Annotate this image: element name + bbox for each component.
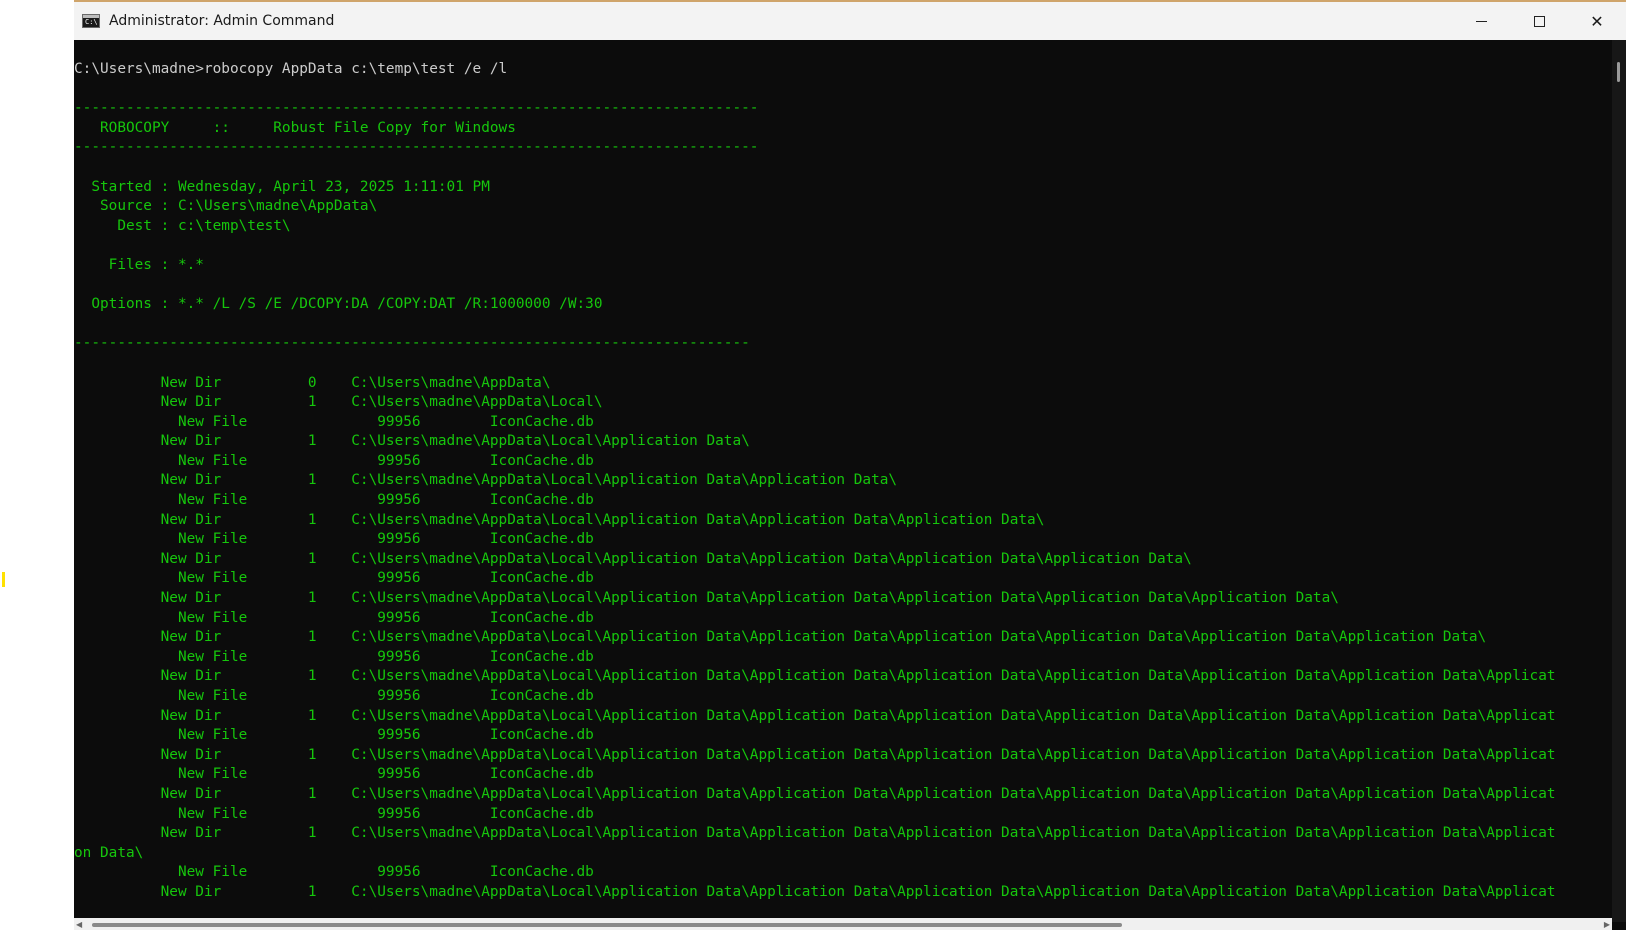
close-icon: ✕ [1590, 11, 1604, 31]
console-line: New Dir 1 C:\Users\madne\AppData\Local\A… [74, 883, 1556, 900]
scroll-left-icon[interactable]: ◀ [76, 920, 82, 929]
console-line: New File 99956 IconCache.db [74, 688, 594, 704]
console-line: New Dir 1 C:\Users\madne\AppData\Local\A… [74, 590, 1339, 607]
console-line: New File 99956 IconCache.db [74, 766, 594, 783]
console-line: New Dir 1 C:\Users\madne\AppData\Local\A… [74, 746, 1556, 763]
console-line: ----------------------------------------… [74, 335, 750, 352]
console-line: New File 99956 IconCache.db [74, 570, 594, 587]
maximize-icon [1533, 15, 1545, 27]
app-icon-label: C:\ [85, 18, 98, 26]
console-line: New Dir 0 C:\Users\madne\AppData\ [74, 374, 551, 391]
console-line: New Dir 1 C:\Users\madne\AppData\Local\A… [74, 668, 1556, 685]
vertical-scrollbar[interactable] [1612, 40, 1626, 922]
console-line: New File 99956 IconCache.db [74, 492, 594, 509]
vertical-scroll-thumb[interactable] [1617, 62, 1620, 82]
yellow-marker [2, 572, 5, 587]
console-line: New Dir 1 C:\Users\madne\AppData\Local\A… [74, 550, 1192, 567]
console-line: Files : *.* [74, 256, 204, 273]
console-line: New Dir 1 C:\Users\madne\AppData\Local\A… [74, 785, 1556, 802]
console-line: New File 99956 IconCache.db [74, 648, 594, 665]
scroll-right-icon[interactable]: ▶ [1604, 920, 1610, 929]
console-line: Started : Wednesday, April 23, 2025 1:11… [74, 178, 490, 195]
console-line: New File 99956 IconCache.db [74, 805, 594, 822]
window-controls: ✕ [1452, 2, 1626, 40]
console-line: New Dir 1 C:\Users\madne\AppData\Local\A… [74, 472, 898, 489]
console-line: New Dir 1 C:\Users\madne\AppData\Local\A… [74, 629, 1487, 646]
horizontal-scrollbar[interactable]: ◀ ▶ [74, 918, 1612, 930]
console-line: Source : C:\Users\madne\AppData\ [74, 198, 378, 215]
console-line: New Dir 1 C:\Users\madne\AppData\Local\A… [74, 707, 1556, 724]
close-button[interactable]: ✕ [1568, 2, 1626, 40]
horizontal-scroll-thumb[interactable] [92, 923, 1122, 927]
console-line: New Dir 1 C:\Users\madne\AppData\Local\A… [74, 433, 750, 450]
console-line: New Dir 1 C:\Users\madne\AppData\Local\A… [74, 511, 1045, 528]
console-line: Dest : c:\temp\test\ [74, 217, 291, 234]
console-line: Options : *.* /L /S /E /DCOPY:DA /COPY:D… [74, 296, 603, 313]
minimize-button[interactable] [1452, 2, 1510, 40]
title-bar[interactable]: C:\ Administrator: Admin Command ✕ [74, 2, 1626, 40]
console-line: ----------------------------------------… [74, 139, 759, 156]
console-line: C:\Users\madne>robocopy AppData c:\temp\… [74, 61, 508, 77]
console-line: ----------------------------------------… [74, 100, 759, 117]
console-output[interactable]: C:\Users\madne>robocopy AppData c:\temp\… [74, 60, 1612, 922]
console-line: on Data\ [74, 844, 144, 861]
console-line: New Dir 1 C:\Users\madne\AppData\Local\ [74, 394, 603, 411]
console-line: New Dir 1 C:\Users\madne\AppData\Local\A… [74, 825, 1556, 842]
minimize-icon [1475, 20, 1487, 22]
console-line: New File 99956 IconCache.db [74, 727, 594, 744]
command-prompt-icon[interactable]: C:\ [82, 14, 100, 28]
window-title: Administrator: Admin Command [109, 13, 335, 29]
console-window: C:\ Administrator: Admin Command ✕ C:\Us… [74, 0, 1626, 930]
console-line: New File 99956 IconCache.db [74, 609, 594, 626]
console-line: New File 99956 IconCache.db [74, 864, 594, 881]
maximize-button[interactable] [1510, 2, 1568, 40]
console-line: New File 99956 IconCache.db [74, 531, 594, 548]
console-line: New File 99956 IconCache.db [74, 413, 594, 430]
console-line: New File 99956 IconCache.db [74, 452, 594, 469]
console-line: ROBOCOPY :: Robust File Copy for Windows [74, 119, 516, 136]
